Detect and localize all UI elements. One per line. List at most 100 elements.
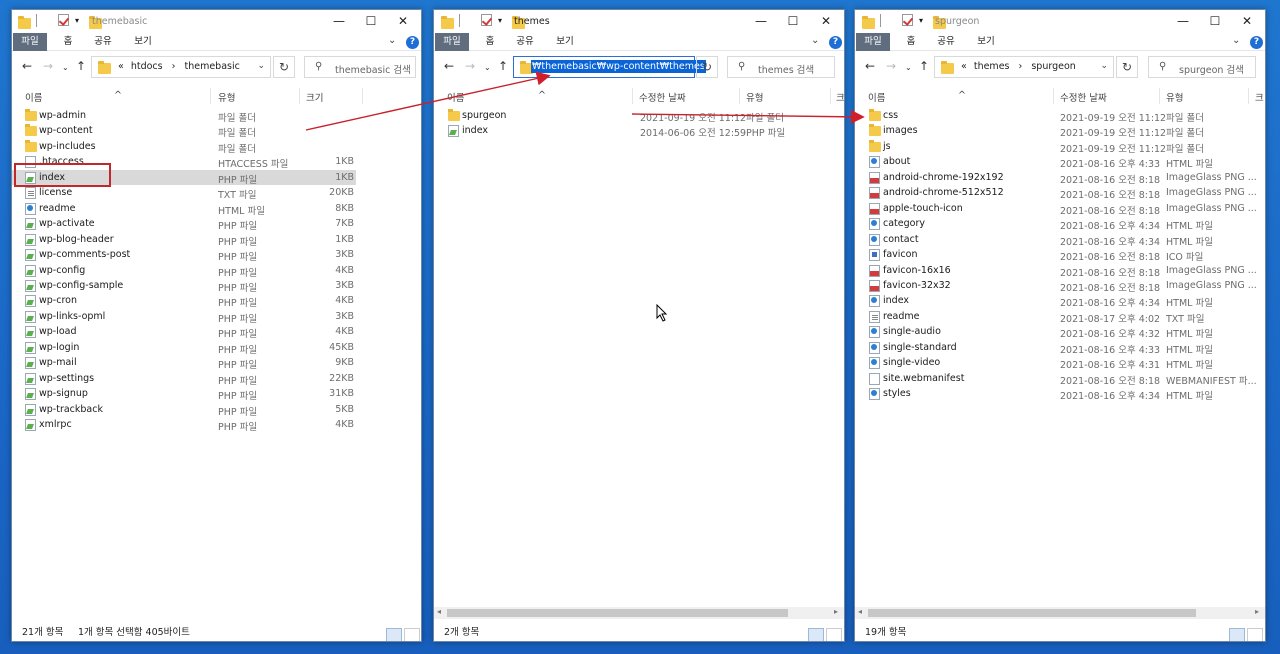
list-item[interactable]: xmlrpc PHP 파일 4KB — [12, 417, 421, 433]
column-date[interactable]: 수정한 날짜 — [639, 90, 686, 104]
large-icons-view-icon[interactable] — [404, 628, 420, 641]
column-type[interactable]: 유형 — [746, 90, 763, 104]
column-size[interactable]: 크기 — [306, 90, 323, 104]
tab-file[interactable]: 파일 — [13, 33, 47, 51]
address-bar[interactable]: ₩themebasic₩wp-content₩themes ⌄ — [513, 56, 706, 78]
list-item[interactable]: favicon-32x32 2021-08-16 오전 8:18 ImageGlas… — [855, 278, 1265, 294]
list-item[interactable]: wp-mail PHP 파일 9KB — [12, 355, 421, 371]
forward-arrow-icon[interactable]: → — [886, 59, 896, 73]
list-item[interactable]: single-audio 2021-08-16 오후 4:32 HTML 파일 — [855, 324, 1265, 340]
list-item[interactable]: js 2021-09-19 오전 11:12 파일 폴더 — [855, 139, 1265, 155]
column-divider[interactable] — [362, 88, 363, 104]
breadcrumb-overflow[interactable]: « — [961, 61, 967, 72]
minimize-button[interactable]: — — [1168, 12, 1198, 30]
search-box[interactable]: ⚲ themes 검색 — [727, 56, 835, 78]
list-item[interactable]: site.webmanifest 2021-08-16 오전 8:18 WEBMAN… — [855, 371, 1265, 387]
address-dropdown-icon[interactable]: ⌄ — [257, 61, 265, 71]
list-item[interactable]: android-chrome-192x192 2021-08-16 오전 8:18… — [855, 170, 1265, 186]
list-item[interactable]: apple-touch-icon 2021-08-16 오전 8:18 ImageG… — [855, 201, 1265, 217]
list-item[interactable]: wp-trackback PHP 파일 5KB — [12, 402, 421, 418]
expand-ribbon-icon[interactable]: ⌄ — [388, 35, 396, 46]
expand-ribbon-icon[interactable]: ⌄ — [1232, 35, 1240, 46]
minimize-button[interactable]: — — [324, 12, 354, 30]
horizontal-scrollbar[interactable]: ◂ ▸ — [855, 607, 1265, 619]
maximize-button[interactable]: ☐ — [356, 12, 386, 30]
explorer-window-themebasic[interactable]: ▾ themebasic — ☐ ✕ 파일 홈 공유 보기 ⌄ ? ← → ⌄ … — [11, 9, 422, 642]
breadcrumb-htdocs[interactable]: htdocs — [131, 61, 163, 72]
address-dropdown-icon[interactable]: ⌄ — [681, 61, 689, 71]
tab-view[interactable]: 보기 — [552, 33, 578, 51]
column-date[interactable]: 수정한 날짜 — [1060, 90, 1107, 104]
column-size[interactable]: 크 — [836, 90, 844, 104]
list-item[interactable]: index 2021-08-16 오후 4:34 HTML 파일 — [855, 293, 1265, 309]
tab-share[interactable]: 공유 — [933, 33, 959, 51]
column-name[interactable]: 이름 — [447, 90, 464, 104]
list-item[interactable]: readme HTML 파일 8KB — [12, 201, 421, 217]
list-item[interactable]: wp-admin 파일 폴더 — [12, 108, 421, 124]
scrollbar-thumb[interactable] — [447, 609, 788, 617]
close-button[interactable]: ✕ — [811, 12, 841, 30]
column-divider[interactable] — [830, 88, 831, 104]
tab-share[interactable]: 공유 — [512, 33, 538, 51]
back-arrow-icon[interactable]: ← — [444, 59, 454, 73]
list-item[interactable]: single-video 2021-08-16 오후 4:31 HTML 파일 — [855, 355, 1265, 371]
list-item[interactable]: wp-blog-header PHP 파일 1KB — [12, 232, 421, 248]
breadcrumb-themebasic[interactable]: themebasic — [184, 61, 239, 72]
list-item[interactable]: wp-login PHP 파일 45KB — [12, 340, 421, 356]
properties-icon[interactable] — [481, 14, 493, 26]
forward-arrow-icon[interactable]: → — [465, 59, 475, 73]
list-item[interactable]: favicon 2021-08-16 오전 8:18 ICO 파일 — [855, 247, 1265, 263]
column-divider[interactable] — [1159, 88, 1160, 104]
back-arrow-icon[interactable]: ← — [22, 59, 32, 73]
column-divider[interactable] — [210, 88, 211, 104]
list-item[interactable]: wp-settings PHP 파일 22KB — [12, 371, 421, 387]
list-item[interactable]: wp-activate PHP 파일 7KB — [12, 216, 421, 232]
details-view-icon[interactable] — [1229, 628, 1245, 641]
chevron-down-icon[interactable]: ⌄ — [905, 63, 912, 72]
refresh-icon[interactable]: ↻ — [273, 56, 295, 78]
expand-ribbon-icon[interactable]: ⌄ — [811, 35, 819, 46]
help-icon[interactable]: ? — [1250, 36, 1263, 49]
minimize-button[interactable]: — — [746, 12, 776, 30]
list-item[interactable]: wp-comments-post PHP 파일 3KB — [12, 247, 421, 263]
list-item[interactable]: readme 2021-08-17 오후 4:02 TXT 파일 — [855, 309, 1265, 325]
breadcrumb-themes[interactable]: themes — [974, 61, 1010, 72]
large-icons-view-icon[interactable] — [826, 628, 842, 641]
breadcrumb-separator[interactable]: › — [172, 61, 176, 72]
column-divider[interactable] — [1248, 88, 1249, 104]
help-icon[interactable]: ? — [406, 36, 419, 49]
address-bar[interactable]: « htdocs › themebasic ⌄ — [91, 56, 271, 78]
customize-quick-access-icon[interactable]: ▾ — [498, 16, 502, 30]
properties-icon[interactable] — [58, 14, 70, 26]
breadcrumb-spurgeon[interactable]: spurgeon — [1031, 61, 1075, 72]
explorer-window-themes[interactable]: ▾ themes — ☐ ✕ 파일 홈 공유 보기 ⌄ ? ← → ⌄ ↑ ₩t… — [433, 9, 845, 642]
customize-quick-access-icon[interactable]: ▾ — [919, 16, 923, 30]
list-item[interactable]: favicon-16x16 2021-08-16 오전 8:18 ImageGlas… — [855, 263, 1265, 279]
properties-icon[interactable] — [902, 14, 914, 26]
up-arrow-icon[interactable]: ↑ — [919, 59, 929, 73]
tab-view[interactable]: 보기 — [130, 33, 156, 51]
list-item[interactable]: wp-includes 파일 폴더 — [12, 139, 421, 155]
maximize-button[interactable]: ☐ — [778, 12, 808, 30]
chevron-down-icon[interactable]: ⌄ — [62, 63, 69, 72]
breadcrumb-separator[interactable]: › — [1019, 61, 1023, 72]
explorer-window-spurgeon[interactable]: ▾ spurgeon — ☐ ✕ 파일 홈 공유 보기 ⌄ ? ← → ⌄ ↑ … — [854, 9, 1266, 642]
scroll-left-icon[interactable]: ◂ — [437, 607, 441, 616]
up-arrow-icon[interactable]: ↑ — [76, 59, 86, 73]
details-view-icon[interactable] — [386, 628, 402, 641]
column-type[interactable]: 유형 — [1166, 90, 1183, 104]
tab-share[interactable]: 공유 — [90, 33, 116, 51]
column-type[interactable]: 유형 — [218, 90, 235, 104]
title-bar[interactable]: ▾ themebasic — ☐ ✕ — [12, 10, 421, 33]
search-box[interactable]: ⚲ spurgeon 검색 — [1148, 56, 1256, 78]
list-item[interactable]: images 2021-09-19 오전 11:12 파일 폴더 — [855, 123, 1265, 139]
horizontal-scrollbar[interactable]: ◂ ▸ — [434, 607, 844, 619]
list-item[interactable]: css 2021-09-19 오전 11:12 파일 폴더 — [855, 108, 1265, 124]
column-divider[interactable] — [632, 88, 633, 104]
column-name[interactable]: 이름 — [868, 90, 885, 104]
refresh-icon[interactable]: ↻ — [1116, 56, 1138, 78]
list-item[interactable]: wp-config PHP 파일 4KB — [12, 263, 421, 279]
address-bar[interactable]: « themes › spurgeon ⌄ — [934, 56, 1114, 78]
forward-arrow-icon[interactable]: → — [43, 59, 53, 73]
close-button[interactable]: ✕ — [1232, 12, 1262, 30]
